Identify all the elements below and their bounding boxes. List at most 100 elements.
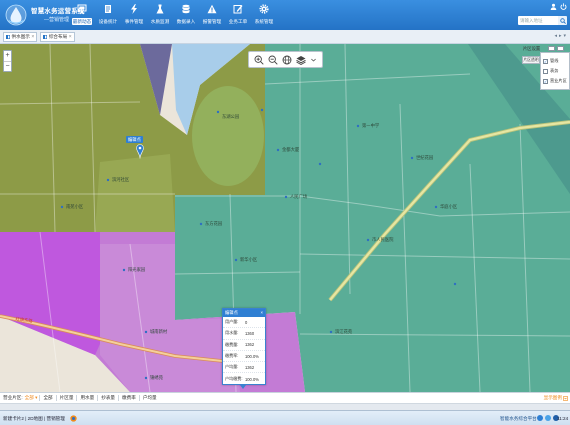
main-nav: 最新动态 设备统计 事件管理 水质监测 数据录入 报警管理 业务工单 系统管理: [69, 0, 277, 30]
map-view[interactable]: 滨河社区 南苑小区 东湖公园 金都大厦 人民广场 第一中学 世纪花园 华庭小区 …: [0, 44, 570, 392]
map-label: 市人民医院: [372, 237, 394, 242]
chevron-left-icon[interactable]: ◂: [554, 33, 557, 39]
layer-item[interactable]: 表务: [543, 66, 567, 76]
zoom-control: + −: [3, 50, 12, 72]
poi-icon: [276, 148, 280, 152]
popup-value: 1362: [245, 342, 255, 348]
map-label: 城南新村: [150, 329, 168, 334]
filter-option[interactable]: 抄表量: [97, 395, 118, 401]
power-icon[interactable]: [560, 3, 567, 10]
filter-option[interactable]: 全部: [39, 395, 55, 401]
map-toolbar: [248, 51, 323, 68]
nav-item-data-entry[interactable]: 数据录入: [173, 0, 199, 30]
monitor-icon: [77, 4, 87, 14]
show-legend-button[interactable]: 显示图例: [544, 395, 562, 401]
nav-item-system[interactable]: 系统管理: [251, 0, 277, 30]
poi-icon: [234, 258, 238, 262]
layer-panel-title[interactable]: 片区设置: [523, 46, 540, 52]
checkbox[interactable]: [543, 68, 548, 74]
map-label: 金都大厦: [282, 147, 300, 152]
nav-item-alarms[interactable]: 报警管理: [199, 0, 225, 30]
poi-icon: [106, 178, 110, 182]
layer-item[interactable]: 营业片区: [543, 76, 567, 86]
poi-icon: [284, 195, 288, 199]
legend-icon[interactable]: [563, 395, 568, 401]
filter-option[interactable]: 缴费率: [118, 395, 139, 401]
nav-label: 设备统计: [98, 19, 118, 24]
map-label: 东湖公园: [222, 114, 240, 119]
map-label: 南苑小区: [66, 204, 84, 209]
poi-icon: [60, 205, 64, 209]
filter-option[interactable]: 片区量: [55, 395, 77, 401]
layer-item[interactable]: 管线: [543, 56, 567, 66]
user-icon[interactable]: [550, 3, 557, 10]
layers-icon[interactable]: [296, 55, 306, 65]
window-icon[interactable]: [548, 46, 555, 51]
nav-item-latest[interactable]: 最新动态: [69, 0, 95, 30]
breadcrumb[interactable]: 新建卡片2 | 2D地图 | 营销管理: [3, 416, 65, 422]
popup-row: 缴费量: 1362: [223, 340, 265, 351]
map-label: 新华小区: [240, 257, 258, 262]
search-icon: [559, 17, 566, 24]
tab-water-map[interactable]: 供水图示 ×: [3, 32, 38, 42]
map-label: 滨江花苑: [335, 329, 353, 334]
marker-label[interactable]: 编辑点: [126, 136, 143, 143]
nav-label: 事件管理: [124, 19, 144, 24]
nav-item-devices[interactable]: 设备统计: [95, 0, 121, 30]
map-canvas[interactable]: [0, 44, 570, 392]
water-drop-logo: [5, 4, 27, 26]
nav-item-water-quality[interactable]: 水质监测: [147, 0, 173, 30]
app-window: 智慧水务运营系统 —营销管理 最新动态 设备统计 事件管理 水质监测 数据录入: [0, 0, 570, 425]
nav-item-work-orders[interactable]: 业务工单: [225, 0, 251, 30]
map-label: 锦绣苑: [150, 375, 163, 380]
chevron-right-icon[interactable]: ▸: [559, 33, 562, 39]
address-search-input[interactable]: [518, 16, 558, 25]
close-icon[interactable]: ×: [31, 34, 34, 40]
edit-icon: [233, 5, 243, 14]
popup-row: 户均量: 1362: [223, 362, 265, 374]
map-icon: [43, 35, 48, 39]
close-icon[interactable]: ×: [69, 34, 72, 40]
globe-icon[interactable]: [282, 55, 292, 65]
window-icon[interactable]: [557, 46, 564, 51]
poi-icon: [366, 238, 370, 242]
flask-icon: [156, 4, 164, 14]
chevron-down-icon[interactable]: ▾: [563, 33, 566, 39]
sound-icon[interactable]: [545, 415, 551, 421]
search-button[interactable]: [558, 16, 567, 25]
popup-title: 编辑点: [225, 310, 238, 315]
filter-select[interactable]: 全部 ▾: [25, 395, 38, 401]
zoom-out-icon[interactable]: [268, 55, 278, 65]
nav-label: 系统管理: [254, 19, 274, 24]
popup-value: 0: [245, 319, 248, 325]
chevron-down-icon[interactable]: [310, 55, 317, 65]
popup-key: 用户量:: [225, 319, 239, 325]
nav-item-events[interactable]: 事件管理: [121, 0, 147, 30]
popup-key: 户均缴费:: [225, 376, 243, 382]
layer-label: 管线: [550, 58, 559, 63]
popup-row: 户均缴费: 100.0%: [223, 373, 265, 384]
tab-label: 供水图示: [11, 34, 30, 39]
tab-controls: ◂ ▸ ▾: [554, 33, 566, 39]
platform-name: 智能水务综合平台: [500, 416, 537, 421]
poi-icon: [434, 205, 438, 209]
network-icon[interactable]: [537, 415, 543, 421]
opacity-toggle[interactable]: 片区透明: [522, 56, 540, 64]
checkbox[interactable]: [543, 78, 548, 84]
map-pin-icon[interactable]: [136, 144, 144, 159]
checkbox[interactable]: [543, 58, 548, 64]
zoom-in-icon[interactable]: [254, 55, 264, 65]
popup-value: 1360: [245, 330, 255, 336]
zoom-in-button[interactable]: +: [4, 51, 11, 61]
zoom-out-button[interactable]: −: [4, 61, 11, 71]
popup-value: 100.0%: [245, 353, 259, 359]
close-icon[interactable]: ×: [260, 309, 263, 317]
poi-icon: [329, 330, 333, 334]
tab-layout[interactable]: 综合布局 ×: [40, 32, 75, 42]
nav-label: 数据录入: [176, 19, 196, 24]
app-icon[interactable]: [70, 415, 77, 422]
poi-icon: [453, 282, 457, 286]
park-area: [192, 86, 264, 186]
filter-option[interactable]: 用水量: [76, 395, 97, 401]
filter-option[interactable]: 户均量: [138, 395, 160, 401]
